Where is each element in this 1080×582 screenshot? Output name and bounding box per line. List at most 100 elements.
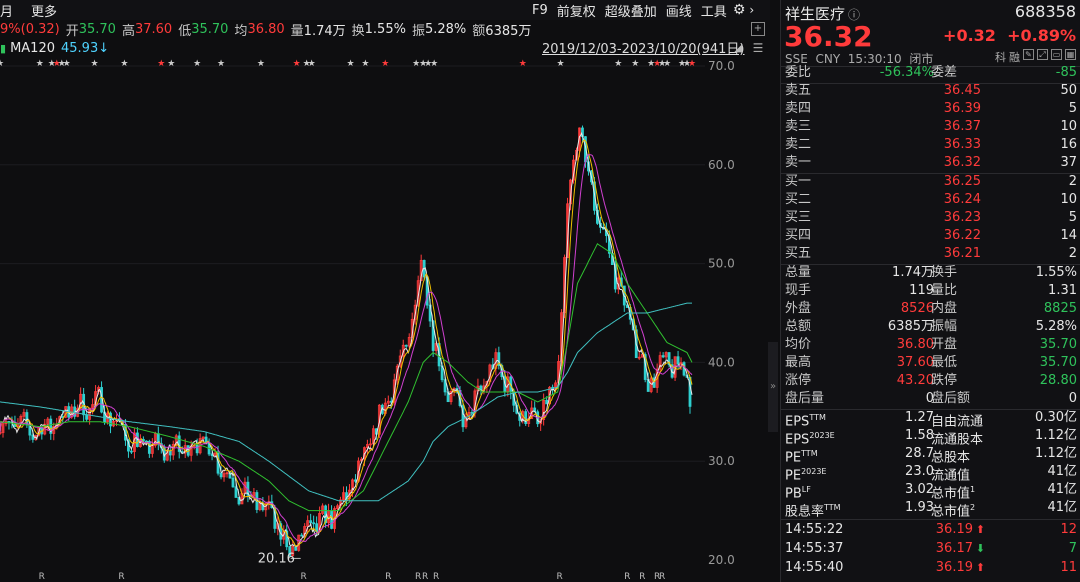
ma120-line	[0, 302, 692, 502]
tick-time: 14:55:40	[785, 560, 844, 575]
tools-button[interactable]: 工具	[701, 1, 727, 20]
stat-label: 均价	[785, 337, 812, 352]
bid-row[interactable]: 买一 36.25 2	[781, 173, 1080, 191]
date-dropdown-icon[interactable]: ◢	[734, 41, 742, 54]
candle-body	[219, 472, 223, 478]
stat-label: 跌停	[931, 373, 958, 388]
chevron-right-icon[interactable]: ›	[749, 3, 754, 17]
fundamental-value: 3.02	[905, 482, 934, 497]
bid-row[interactable]: 买二 36.24 10	[781, 191, 1080, 209]
adjust-button[interactable]: 前复权	[557, 1, 596, 20]
event-star-icon: ★	[91, 59, 99, 69]
window-icon[interactable]: ▭	[1051, 49, 1062, 60]
event-r-marker: R	[639, 572, 645, 582]
stat-value: 1.31	[1048, 283, 1077, 298]
event-star-icon: ★	[167, 59, 175, 69]
ask-row[interactable]: 卖五 36.45 50	[781, 82, 1080, 100]
amplitude-label: 振	[411, 23, 425, 39]
star-board-tag: 科	[995, 51, 1006, 64]
stat-label: 总额	[785, 319, 812, 334]
overlay-button[interactable]: 超级叠加	[605, 1, 657, 20]
tick-row: 14:55:37 36.17 ⬇ 7	[781, 540, 1080, 558]
expand-icon[interactable]: ⤢	[1037, 49, 1048, 60]
stat-label: 盘后量	[785, 391, 825, 406]
event-r-marker: R	[422, 572, 428, 582]
stat-label: 盘后额	[931, 391, 971, 406]
bid-qty: 2	[1068, 246, 1077, 261]
event-star-icon: ★	[157, 59, 165, 69]
candle-body	[545, 399, 549, 405]
fundamental-label-sup: 2023E	[801, 467, 827, 476]
collapse-panel-handle[interactable]: »	[768, 342, 778, 432]
draw-line-button[interactable]: 画线	[666, 1, 692, 20]
ask-row[interactable]: 卖一 36.32 37	[781, 154, 1080, 172]
more-button[interactable]: 更多	[31, 1, 57, 20]
kline-chart[interactable]: ★★★★★★★★★★★★★★★★★★★★★★★★★★★★★★★★★★ RRRRR…	[0, 58, 745, 582]
event-r-marker: R	[433, 572, 439, 582]
event-star-icon: ★	[631, 59, 639, 69]
ma120-arrow-icon: ↓	[98, 40, 110, 56]
period-month-tab[interactable]: 月	[0, 1, 13, 20]
margin-tag: 融	[1009, 51, 1020, 64]
event-star-icon: ★	[193, 59, 201, 69]
fundamental-value: 41亿	[1047, 482, 1077, 497]
bid-qty: 14	[1060, 228, 1077, 243]
event-star-icon: ★	[346, 59, 354, 69]
event-r-marker: R	[301, 572, 307, 582]
candle-body	[312, 522, 316, 525]
event-star-icon: ★	[36, 59, 44, 69]
bid-level-label: 买四	[785, 228, 812, 243]
add-panel-icon[interactable]: +	[751, 22, 765, 36]
fundamental-label-text: 股息率	[785, 504, 825, 520]
bid-level-label: 买三	[785, 210, 812, 225]
stat-value: 6385万	[887, 319, 934, 334]
ask-level-label: 卖五	[785, 83, 812, 98]
tick-price: 36.17	[936, 540, 973, 558]
stat-label: 总量	[785, 265, 812, 280]
volume-label: 量	[290, 23, 304, 39]
candle-body	[676, 356, 680, 365]
high-label: 高	[121, 23, 135, 39]
list-icon[interactable]: ☰	[751, 41, 765, 55]
stat-value: 8526	[900, 301, 934, 316]
candle-body	[130, 450, 133, 453]
y-tick-label: 70.0	[708, 59, 735, 73]
open-value: 35.70	[78, 21, 116, 37]
stat-value: 37.60	[896, 355, 934, 370]
fundamental-row: PETTM 28.7 总股本 1.12亿	[781, 445, 1080, 465]
low-value: 35.70	[191, 21, 229, 37]
stat-row: 涨停 43.20 跌停 28.80	[781, 372, 1080, 390]
tick-price-value: 36.17	[935, 541, 973, 556]
stat-label: 现手	[785, 283, 812, 298]
ask-row[interactable]: 卖二 36.33 16	[781, 136, 1080, 154]
ma5-line	[0, 131, 693, 548]
ask-row[interactable]: 卖四 36.39 5	[781, 100, 1080, 118]
event-r-marker: R	[624, 572, 630, 582]
event-star-icon: ★	[430, 59, 438, 69]
fundamental-value: 41亿	[1047, 500, 1077, 515]
date-range[interactable]: 2019/12/03-2023/10/20(941日)	[542, 38, 745, 57]
ask-qty: 50	[1060, 83, 1077, 98]
gear-icon[interactable]: ⚙	[733, 2, 746, 18]
ma-legend: ▮ MA120 45.93 ↓	[0, 38, 109, 58]
y-tick-label: 50.0	[708, 257, 735, 271]
bid-row[interactable]: 买四 36.22 14	[781, 227, 1080, 245]
tick-volume: 12	[1060, 522, 1077, 537]
tick-price: 36.19	[936, 559, 973, 577]
stat-value: 36.80	[896, 337, 934, 352]
ask-row[interactable]: 卖三 36.37 10	[781, 118, 1080, 136]
change-value: 9%(0.32)	[0, 21, 60, 37]
stat-value: 0	[1068, 391, 1077, 406]
edit-icon[interactable]: ✎	[1023, 49, 1034, 60]
ask-price: 36.33	[943, 137, 981, 152]
stat-label: 换手	[931, 265, 958, 280]
grid-icon[interactable]: ▦	[1065, 49, 1076, 60]
min-price-label: 20.16	[258, 551, 295, 566]
bid-row[interactable]: 买三 36.23 5	[781, 209, 1080, 227]
stat-label: 开盘	[931, 337, 958, 352]
fundamental-label-sup: LF	[801, 485, 811, 494]
arrow-up-icon: ⬆	[975, 561, 985, 574]
tick-volume: 7	[1068, 541, 1077, 556]
f9-button[interactable]: F9	[532, 3, 548, 18]
bid-row[interactable]: 买五 36.21 2	[781, 245, 1080, 263]
